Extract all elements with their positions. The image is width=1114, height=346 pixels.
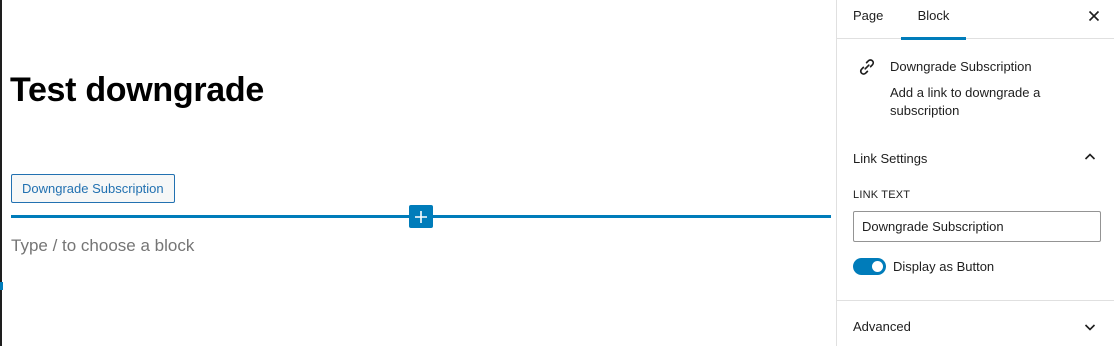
- link-settings-toggle[interactable]: Link Settings: [853, 151, 927, 166]
- settings-sidebar: Page Block Downgrade Subscription Add a …: [836, 0, 1114, 346]
- link-icon: [859, 59, 875, 75]
- block-selection-marker: [0, 282, 3, 290]
- close-icon: [1088, 10, 1100, 22]
- link-text-input[interactable]: [853, 211, 1101, 242]
- advanced-toggle[interactable]: Advanced: [853, 319, 911, 334]
- block-card-description: Add a link to downgrade a subscription: [890, 85, 1041, 118]
- tab-page[interactable]: Page: [853, 0, 883, 39]
- tab-block[interactable]: Block: [901, 0, 966, 40]
- chevron-up-icon: [1084, 153, 1096, 160]
- display-as-button-label: Display as Button: [893, 259, 995, 274]
- close-sidebar-button[interactable]: [1085, 7, 1103, 25]
- link-settings-chevron[interactable]: [1081, 148, 1099, 166]
- advanced-chevron[interactable]: [1081, 318, 1099, 336]
- block-card-title: Downgrade Subscription: [890, 59, 1032, 74]
- display-as-button-toggle[interactable]: [853, 258, 886, 275]
- page-title[interactable]: Test downgrade: [10, 70, 264, 110]
- link-text-label: LINK TEXT: [853, 189, 911, 201]
- advanced-panel: Advanced: [837, 302, 1114, 346]
- chevron-down-icon: [1084, 324, 1096, 331]
- editor-canvas: Test downgrade Downgrade Subscription Ty…: [0, 0, 836, 346]
- plus-icon: [415, 211, 427, 223]
- editor-window: Test downgrade Downgrade Subscription Ty…: [0, 0, 1114, 346]
- link-settings-panel: Link Settings LINK TEXT Display as Butto…: [837, 133, 1114, 301]
- toggle-knob: [872, 261, 883, 272]
- downgrade-subscription-button[interactable]: Downgrade Subscription: [11, 174, 175, 203]
- block-inserter-button[interactable]: [409, 205, 433, 228]
- sidebar-tabs: Page Block: [837, 0, 1114, 40]
- block-appender-placeholder[interactable]: Type / to choose a block: [11, 236, 194, 256]
